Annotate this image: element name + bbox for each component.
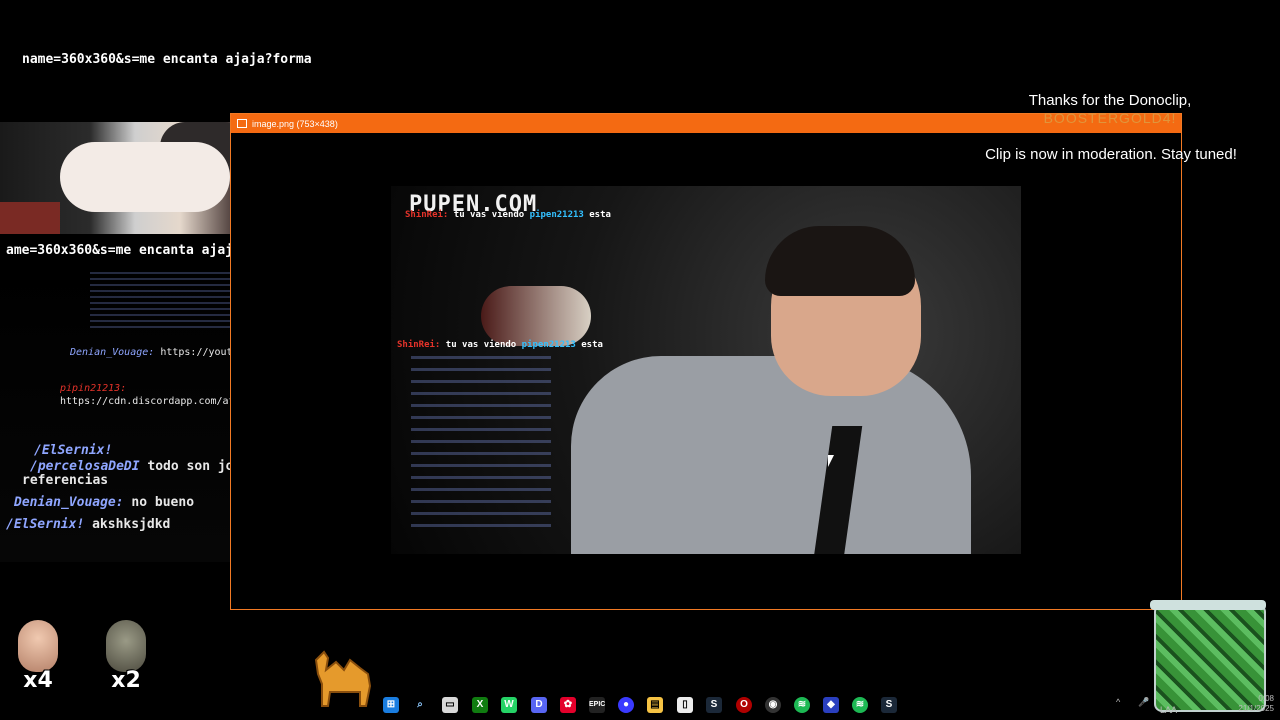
clock-date: 21/1/2025 [1238, 704, 1274, 713]
chat-line: /percelosaDeDI todo son jojo [30, 459, 250, 474]
filename-ticker-top: name=360x360&s=me encanta ajaja?format=j… [22, 52, 312, 67]
person-hoodie [571, 356, 971, 554]
file-explorer-icon[interactable]: ▤ [647, 697, 663, 713]
image-icon [237, 119, 247, 128]
obs-icon[interactable]: ◉ [765, 697, 781, 713]
spotify-icon[interactable]: ≋ [794, 697, 810, 713]
app-icon-blue[interactable]: ◆ [823, 697, 839, 713]
tray-language[interactable]: LAA [1160, 705, 1177, 715]
viewer-title: image.png (753×438) [252, 118, 338, 129]
image-chat-line-top: ShinRei: tu vas viendo pipen21213 esta [405, 210, 611, 220]
person-hair [765, 226, 915, 296]
whatsapp-icon[interactable]: W [501, 697, 517, 713]
taskbar-clock[interactable]: 0:08 21/1/2025 [1224, 694, 1274, 714]
emote-sticker-creature: x2 [98, 620, 154, 693]
bald-face-icon [18, 620, 58, 672]
emote-sticker-bald: x4 [10, 620, 66, 693]
webcam-background [0, 202, 60, 234]
image-small-webcam [481, 286, 591, 346]
discord-icon[interactable]: D [531, 697, 547, 713]
opera-icon[interactable]: O [736, 697, 752, 713]
steam-icon[interactable]: S [706, 697, 722, 713]
microphone-icon[interactable]: 🎤 [1138, 697, 1149, 708]
epic-games-icon[interactable]: EPIC [589, 697, 605, 713]
image-chat-history [411, 356, 551, 536]
viewer-image: PUPEN.COM ShinRei: tu vas viendo pipen21… [391, 186, 1021, 554]
chat-history-blur [90, 272, 230, 332]
document-icon[interactable]: ▯ [677, 697, 693, 713]
alert-moderation-text: Clip is now in moderation. Stay tuned! [985, 146, 1237, 163]
creature-face-icon [106, 620, 146, 672]
webcam-hand [60, 142, 230, 212]
jar-lid [1150, 600, 1266, 610]
chat-line: referencias [22, 473, 109, 488]
alert-thanks-text: Thanks for the Donoclip, [1028, 92, 1192, 109]
image-chat-line-mid: ShinRei: tu vas viendo pipen21213 esta [397, 340, 603, 350]
chat-line: /ElSernix! akshksjdkd [6, 517, 171, 532]
app-icon-red[interactable]: ✿ [560, 697, 576, 713]
search-icon[interactable]: ⌕ [412, 697, 428, 713]
taskbar [0, 690, 1280, 720]
chat-line: Denian_Vouage: no bueno [14, 495, 195, 510]
windows-start-icon[interactable]: ⊞ [383, 697, 399, 713]
xbox-icon[interactable]: X [472, 697, 488, 713]
browser-icon[interactable]: ● [618, 697, 634, 713]
spotify-icon-2[interactable]: ≋ [852, 697, 868, 713]
steam-icon-2[interactable]: S [881, 697, 897, 713]
image-person: fakegod [571, 226, 971, 554]
clock-time: 0:08 [1258, 694, 1274, 703]
mouse-cursor-icon [828, 455, 834, 467]
image-viewer-window[interactable]: image.png (753×438) PUPEN.COM ShinRei: t… [230, 113, 1182, 610]
task-view-icon[interactable]: ▭ [442, 697, 458, 713]
chat-line: /ElSernix! [34, 443, 113, 458]
alert-donor-name: BOOSTERGOLD4! [1043, 110, 1177, 126]
chevron-up-icon[interactable]: ^ [1116, 697, 1120, 707]
